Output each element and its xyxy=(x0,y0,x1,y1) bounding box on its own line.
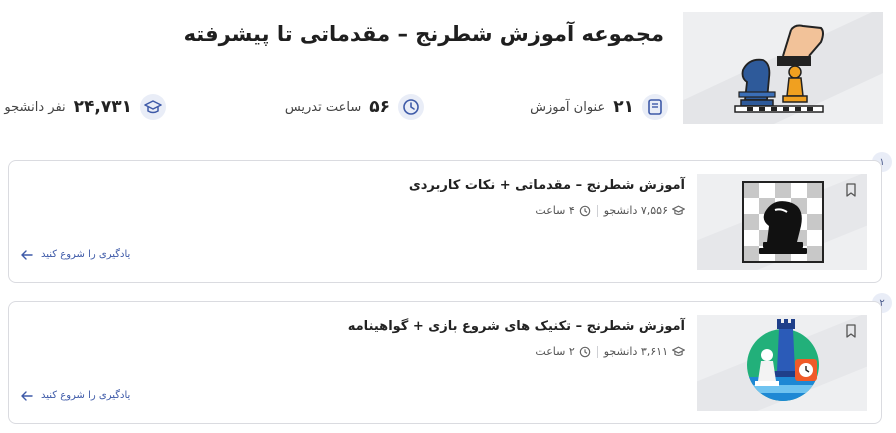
start-learning-link[interactable]: یادگیری را شروع کنید xyxy=(21,249,130,260)
stat-hours-count: ۵۶ xyxy=(369,97,390,117)
course-hours-text: ۴ ساعت xyxy=(535,204,575,217)
meta-divider xyxy=(596,345,598,358)
stat-students-count: ۲۴,۷۳۱ xyxy=(73,97,132,117)
bookmark-icon[interactable] xyxy=(845,182,857,201)
course-meta: ۳,۶۱۱ دانشجو ۲ ساعت xyxy=(535,345,685,358)
course-card[interactable]: آموزش شطرنج – تکنیک های شروع بازی + گواه… xyxy=(8,301,882,424)
start-learning-label: یادگیری را شروع کنید xyxy=(41,249,131,260)
meta-divider xyxy=(596,204,598,217)
stat-students-label: نفر دانشجو xyxy=(4,99,66,115)
course-students: ۷,۵۵۶ دانشجو xyxy=(604,204,685,217)
course-meta: ۷,۵۵۶ دانشجو ۴ ساعت xyxy=(535,204,685,217)
clock-icon xyxy=(398,94,424,120)
start-learning-label: یادگیری را شروع کنید xyxy=(41,390,131,401)
course-thumbnail[interactable] xyxy=(697,174,867,270)
stat-lessons-count: ۲۱ xyxy=(613,97,634,117)
course-card[interactable]: آموزش شطرنج – مقدماتی + نکات کاربردی ۷,۵… xyxy=(8,160,882,283)
book-icon xyxy=(642,94,668,120)
course-students: ۳,۶۱۱ دانشجو xyxy=(604,345,685,358)
stat-lessons-label: عنوان آموزش xyxy=(530,99,606,115)
arrow-left-icon xyxy=(21,390,33,401)
graduation-cap-icon xyxy=(140,94,166,120)
page-title: مجموعه آموزش شطرنج – مقدماتی تا پیشرفته xyxy=(183,22,664,46)
graduation-cap-icon xyxy=(672,346,685,357)
course-title[interactable]: آموزش شطرنج – تکنیک های شروع بازی + گواه… xyxy=(348,319,685,334)
start-learning-link[interactable]: یادگیری را شروع کنید xyxy=(21,390,130,401)
course-hours: ۴ ساعت xyxy=(535,204,591,217)
course-hours: ۲ ساعت xyxy=(535,345,591,358)
graduation-cap-icon xyxy=(672,205,685,216)
stat-lessons: ۲۱ عنوان آموزش xyxy=(530,92,668,122)
collection-cover-image xyxy=(683,12,883,124)
course-hours-text: ۲ ساعت xyxy=(535,345,575,358)
stat-hours: ۵۶ ساعت تدریس xyxy=(285,92,424,122)
course-thumbnail[interactable] xyxy=(697,315,867,411)
stat-hours-label: ساعت تدریس xyxy=(284,99,362,115)
bookmark-icon[interactable] xyxy=(845,323,857,342)
clock-icon xyxy=(579,205,591,216)
clock-icon xyxy=(579,346,591,357)
stat-students: ۲۴,۷۳۱ نفر دانشجو xyxy=(4,92,166,122)
course-students-text: ۷,۵۵۶ دانشجو xyxy=(603,204,668,217)
course-students-text: ۳,۶۱۱ دانشجو xyxy=(603,345,668,358)
course-title[interactable]: آموزش شطرنج – مقدماتی + نکات کاربردی xyxy=(409,178,685,193)
arrow-left-icon xyxy=(21,249,33,260)
